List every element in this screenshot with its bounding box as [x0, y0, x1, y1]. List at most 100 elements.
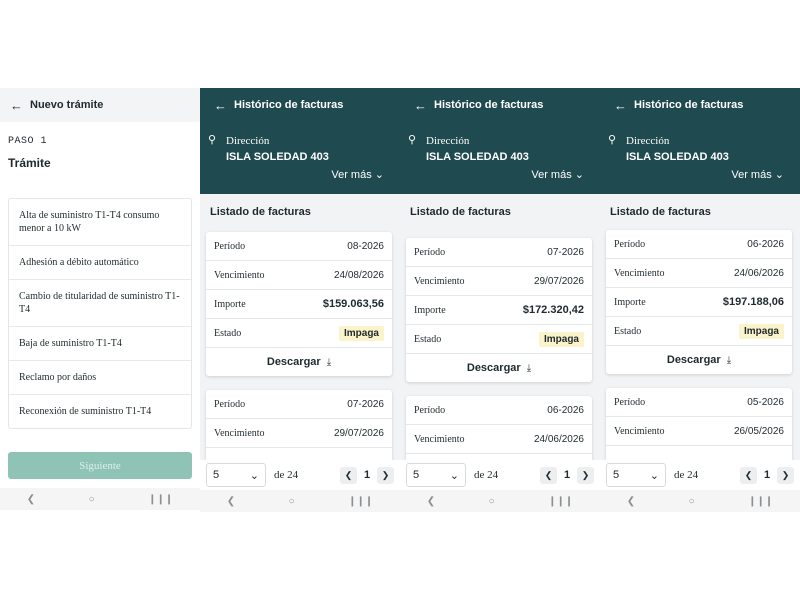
page-size-value: 5	[213, 469, 220, 481]
chevron-down-icon: ⌄	[449, 469, 459, 482]
estado-label: Estado	[214, 327, 242, 339]
vencimiento-label: Vencimiento	[614, 267, 665, 279]
option-baja-suministro[interactable]: Baja de suministro T1-T4	[9, 327, 191, 361]
ver-mas-label: Ver más	[331, 169, 372, 181]
importe-value: $159.063,56	[322, 298, 384, 310]
next-button[interactable]: Siguiente	[8, 452, 192, 479]
estado-label: Estado	[614, 325, 642, 337]
prev-page-button[interactable]: ❮	[740, 466, 757, 484]
pagination-bar: 5 ⌄ de 24 ❮ 1 ❯	[600, 460, 800, 490]
periodo-label: Período	[614, 238, 646, 250]
address-label: Dirección	[226, 135, 270, 147]
option-cambio-titularidad[interactable]: Cambio de titularidad de suministro T1-T…	[9, 280, 191, 327]
nav-recents-icon[interactable]: ❙❙❙	[348, 496, 373, 507]
ver-mas-label: Ver más	[531, 169, 572, 181]
ver-mas-link[interactable]: Ver más ⌄	[331, 168, 384, 181]
system-nav-bar: ❮ ○ ❙❙❙	[0, 488, 200, 510]
page-size-value: 5	[613, 469, 620, 481]
periodo-value: 08-2026	[347, 240, 384, 252]
row-importe: Importe $172.320,42	[406, 296, 592, 325]
download-icon: ⤓	[726, 354, 732, 366]
page-title: Histórico de facturas	[434, 99, 544, 111]
back-arrow-icon[interactable]: ←	[214, 98, 234, 113]
page-size-select[interactable]: 5 ⌄	[206, 463, 266, 487]
system-nav-bar: ❮ ○ ❙❙❙	[400, 490, 600, 512]
address-value: ISLA SOLEDAD 403	[226, 151, 329, 163]
next-page-button[interactable]: ❯	[777, 466, 794, 484]
nav-home-icon[interactable]: ○	[689, 496, 695, 507]
factura-card: Período 06-2026 Vencimiento 24/06/2026 Imp…	[606, 230, 792, 374]
page-size-select[interactable]: 5 ⌄	[406, 463, 466, 487]
screenshot-stage: ← Nuevo trámite PASO 1 Trámite Alta de s…	[0, 0, 800, 600]
periodo-label: Período	[214, 398, 246, 410]
option-reclamo-danos[interactable]: Reclamo por daños	[9, 361, 191, 395]
periodo-label: Período	[414, 404, 446, 416]
ver-mas-link[interactable]: Ver más ⌄	[531, 168, 584, 181]
row-periodo: Período 06-2026	[606, 230, 792, 259]
vencimiento-value: 29/07/2026	[533, 275, 584, 287]
nav-recents-icon[interactable]: ❙❙❙	[148, 494, 173, 505]
listado-title: Listado de facturas	[410, 206, 511, 218]
row-periodo: Período 05-2026	[606, 388, 792, 417]
facturas-area: Listado de facturas Período 06-2026 Venci…	[600, 194, 800, 484]
option-adhesion-debito[interactable]: Adhesión a débito automático	[9, 246, 191, 280]
status-badge: Impaga	[538, 331, 584, 347]
nav-recents-icon[interactable]: ❙❙❙	[548, 496, 573, 507]
vencimiento-label: Vencimiento	[214, 427, 265, 439]
prev-page-button[interactable]: ❮	[540, 466, 557, 484]
option-alta-suministro[interactable]: Alta de suministro T1-T4 consumo menor a…	[9, 199, 191, 246]
option-reconexion-suministro[interactable]: Reconexión de suministro T1-T4	[9, 395, 191, 428]
system-nav-bar: ❮ ○ ❙❙❙	[600, 490, 800, 512]
address-label: Dirección	[426, 135, 470, 147]
prev-page-button[interactable]: ❮	[340, 466, 357, 484]
vencimiento-label: Vencimiento	[414, 433, 465, 445]
page-title: Nuevo trámite	[30, 99, 104, 111]
vencimiento-label: Vencimiento	[614, 425, 665, 437]
ver-mas-link[interactable]: Ver más ⌄	[731, 168, 784, 181]
nav-recents-icon[interactable]: ❙❙❙	[748, 496, 773, 507]
download-label: Descargar	[466, 362, 521, 374]
phone-historico-3: ← Histórico de facturas ⚲ Dirección ISLA …	[600, 88, 800, 512]
importe-value: $197.188,06	[722, 296, 784, 308]
periodo-value: 06-2026	[547, 404, 584, 416]
back-arrow-icon[interactable]: ←	[614, 98, 634, 113]
pagination-bar: 5 ⌄ de 24 ❮ 1 ❯	[200, 460, 400, 490]
nav-home-icon[interactable]: ○	[489, 496, 495, 507]
back-arrow-icon[interactable]: ←	[10, 98, 30, 113]
current-page: 1	[563, 469, 571, 481]
factura-card: Período 07-2026 Vencimiento 29/07/2026 Imp…	[406, 238, 592, 382]
total-pages: de 24	[274, 469, 299, 481]
chevron-down-icon: ⌄	[249, 469, 259, 482]
download-icon: ⤓	[326, 356, 332, 368]
vencimiento-value: 24/06/2026	[733, 267, 784, 279]
periodo-value: 07-2026	[547, 246, 584, 258]
periodo-value: 06-2026	[747, 238, 784, 250]
nav-back-icon[interactable]: ❮	[427, 496, 435, 507]
listado-title: Listado de facturas	[610, 206, 711, 218]
phone-historico-1: ← Histórico de facturas ⚲ Dirección ISLA …	[200, 88, 400, 512]
back-arrow-icon[interactable]: ←	[414, 98, 434, 113]
row-periodo: Período 07-2026	[406, 238, 592, 267]
nav-home-icon[interactable]: ○	[89, 494, 95, 505]
download-button[interactable]: Descargar ⤓	[406, 354, 592, 382]
nav-home-icon[interactable]: ○	[289, 496, 295, 507]
chevron-down-icon: ⌄	[374, 169, 384, 181]
step-label: PASO 1	[8, 136, 48, 147]
row-vencimiento: Vencimiento 29/07/2026	[206, 419, 392, 448]
total-pages: de 24	[474, 469, 499, 481]
nav-back-icon[interactable]: ❮	[627, 496, 635, 507]
importe-label: Importe	[214, 298, 246, 310]
nav-back-icon[interactable]: ❮	[27, 494, 35, 505]
tramite-options-list: Alta de suministro T1-T4 consumo menor a…	[8, 198, 192, 429]
periodo-label: Período	[614, 396, 646, 408]
row-vencimiento: Vencimiento 29/07/2026	[406, 267, 592, 296]
row-vencimiento: Vencimiento 26/05/2026	[606, 417, 792, 446]
importe-label: Importe	[414, 304, 446, 316]
vencimiento-label: Vencimiento	[414, 275, 465, 287]
next-page-button[interactable]: ❯	[577, 466, 594, 484]
next-page-button[interactable]: ❯	[377, 466, 394, 484]
download-button[interactable]: Descargar ⤓	[606, 346, 792, 374]
nav-back-icon[interactable]: ❮	[227, 496, 235, 507]
download-button[interactable]: Descargar ⤓	[206, 348, 392, 376]
page-size-select[interactable]: 5 ⌄	[606, 463, 666, 487]
